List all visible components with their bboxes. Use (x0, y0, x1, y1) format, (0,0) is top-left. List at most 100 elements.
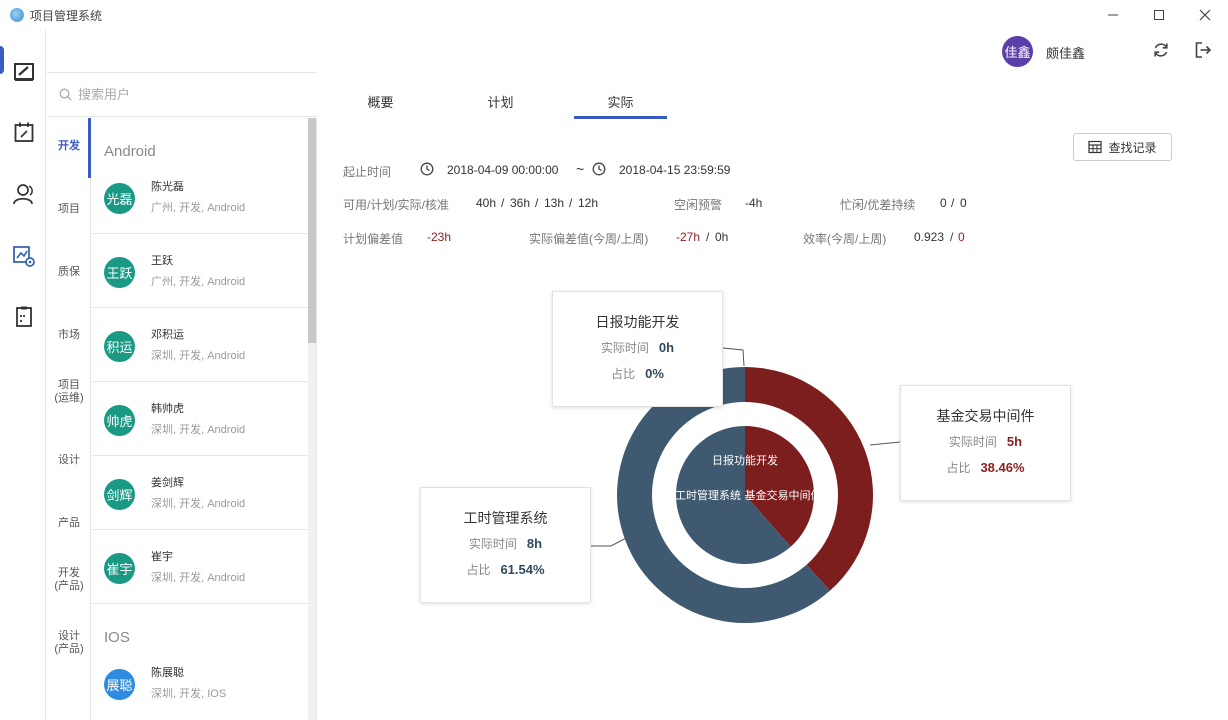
tooltip-daily-report: 日报功能开发 实际时间 0h 占比 0% (552, 291, 723, 407)
category-item-design-product[interactable]: 设计(产品) (47, 630, 91, 656)
tab-overview[interactable]: 概要 (334, 92, 427, 111)
hours-actual: 13h (544, 196, 565, 210)
search-input[interactable] (78, 87, 298, 102)
leader-line (869, 441, 901, 446)
query-records-label: 查找记录 (1108, 140, 1157, 155)
hours-sep: / (535, 196, 539, 210)
user-name: 颇佳鑫 (1046, 46, 1086, 61)
avatar: 积运 (104, 331, 135, 362)
user-name: 陈展聪 (151, 667, 184, 679)
tab-bar: 概要 计划 实际 (318, 72, 1228, 120)
avatar: 王跃 (104, 257, 135, 288)
window-controls (1090, 0, 1228, 30)
user-info: 深圳, 开发, IOS (151, 688, 227, 700)
end-time[interactable]: 2018-04-15 23:59:59 (619, 163, 730, 177)
maximize-icon (1154, 10, 1164, 20)
maximize-button[interactable] (1136, 0, 1182, 30)
user-info: 广州, 开发, Android (151, 202, 246, 214)
category-item-product[interactable]: 产品 (47, 517, 91, 530)
leader-line (722, 347, 745, 367)
query-records-button[interactable]: 查找记录 (1073, 133, 1172, 161)
tooltip-title: 日报功能开发 (595, 314, 680, 330)
logout-button[interactable] (1192, 39, 1214, 61)
category-item-project-ops[interactable]: 项目(运维) (47, 379, 91, 405)
tab-active-underline (574, 116, 667, 119)
plan-deviation-label: 计划偏差值 (343, 232, 404, 246)
busy-label: 忙闲/优差持续 (840, 198, 916, 212)
refresh-icon (1154, 43, 1168, 57)
minimize-button[interactable] (1090, 0, 1136, 30)
close-button[interactable] (1182, 0, 1228, 30)
rail-report-button[interactable] (12, 60, 36, 84)
user-avatar[interactable]: 佳鑫 (1002, 36, 1033, 67)
clipboard-icon (16, 306, 32, 327)
group-title-ios: IOS (104, 629, 130, 646)
tooltip-title: 基金交易中间件 (936, 408, 1035, 424)
actual-deviation-this-week: -27h (676, 230, 701, 244)
group-title-android: Android (104, 143, 156, 160)
user-name: 姜剑辉 (151, 477, 184, 489)
hours-sep: / (501, 196, 505, 210)
list-item[interactable]: 帅虎 韩帅虎 深圳, 开发, Android (92, 382, 308, 456)
hours-approved: 12h (578, 196, 599, 210)
tooltip-time-row: 实际时间 0h (600, 340, 675, 355)
slice-label: 工时管理系统 (675, 488, 741, 502)
close-icon (1199, 9, 1211, 21)
category-list: 开发 项目 质保 市场 项目(运维) 设计 产品 开发(产品) 设计(产品) (47, 118, 91, 720)
user-list-scrollbar[interactable] (308, 118, 316, 720)
plan-deviation-value: -23h (427, 230, 452, 244)
slice-label: 日报功能开发 (712, 453, 778, 467)
logout-icon (1195, 42, 1212, 58)
category-item-dev-product[interactable]: 开发(产品) (47, 567, 91, 593)
rail-stats-button[interactable] (12, 244, 36, 268)
rail-users-button[interactable] (12, 182, 36, 206)
calendar-edit-icon (14, 122, 34, 142)
start-time[interactable]: 2018-04-09 00:00:00 (447, 163, 558, 177)
list-item[interactable]: 崔宇 崔宇 深圳, 开发, Android (92, 530, 308, 604)
idle-warning-label: 空闲预警 (674, 198, 723, 212)
list-item[interactable]: 积运 邓积运 深圳, 开发, Android (92, 308, 308, 382)
title-bar: 项目管理系统 (0, 0, 1228, 30)
avatar: 光磊 (104, 183, 135, 214)
actual-deviation-last-week: 0h (715, 230, 729, 244)
tooltip-pct-row: 占比 61.54% (466, 562, 545, 577)
busy-value: 0 (940, 196, 947, 210)
header: 佳鑫 颇佳鑫 (46, 30, 1228, 72)
minimize-icon (1108, 14, 1118, 16)
category-item-design[interactable]: 设计 (47, 454, 91, 467)
rail-clipboard-button[interactable] (12, 304, 36, 328)
hours-label: 可用/计划/实际/核准 (343, 198, 450, 212)
list-item[interactable]: 展聪 陈展聪 深圳, 开发, IOS (92, 646, 308, 720)
rail-calendar-button[interactable] (12, 120, 36, 144)
scrollbar-thumb[interactable] (308, 118, 316, 343)
tab-plan[interactable]: 计划 (454, 92, 547, 111)
category-item-market[interactable]: 市场 (47, 329, 91, 342)
search-bar (47, 72, 317, 117)
efficiency-sep: / (950, 230, 954, 244)
icon-rail (0, 30, 46, 720)
tooltip-fund-middleware: 基金交易中间件 实际时间 5h 占比 38.46% (900, 385, 1071, 501)
category-item-qa[interactable]: 质保 (47, 266, 91, 279)
clock-icon (592, 162, 606, 176)
category-item-project[interactable]: 项目 (47, 203, 91, 216)
tooltip-timesheet-system: 工时管理系统 实际时间 8h 占比 61.54% (420, 487, 591, 603)
list-item[interactable]: 剑辉 姜剑辉 深圳, 开发, Android (92, 456, 308, 530)
window-title: 项目管理系统 (30, 8, 103, 23)
list-item[interactable]: 王跃 王跃 广州, 开发, Android (92, 234, 308, 308)
efficiency-last-week: 0 (958, 230, 965, 244)
range-separator: ~ (576, 161, 585, 177)
list-item[interactable]: 光磊 陈光磊 广州, 开发, Android (92, 160, 308, 234)
refresh-button[interactable] (1150, 39, 1172, 61)
user-info: 广州, 开发, Android (151, 276, 246, 288)
hours-available: 40h (476, 196, 497, 210)
deviation-sep: / (706, 230, 710, 244)
tooltip-pct-row: 占比 38.46% (946, 460, 1025, 475)
busy-sep: / (951, 196, 955, 210)
tab-actual[interactable]: 实际 (574, 92, 667, 111)
tooltip-time-row: 实际时间 8h (468, 536, 543, 551)
calendar-icon (1088, 140, 1103, 154)
category-item-dev[interactable]: 开发 (47, 140, 91, 153)
report-icon (14, 63, 34, 81)
tooltip-title: 工时管理系统 (463, 510, 548, 526)
user-info: 深圳, 开发, Android (151, 424, 246, 436)
